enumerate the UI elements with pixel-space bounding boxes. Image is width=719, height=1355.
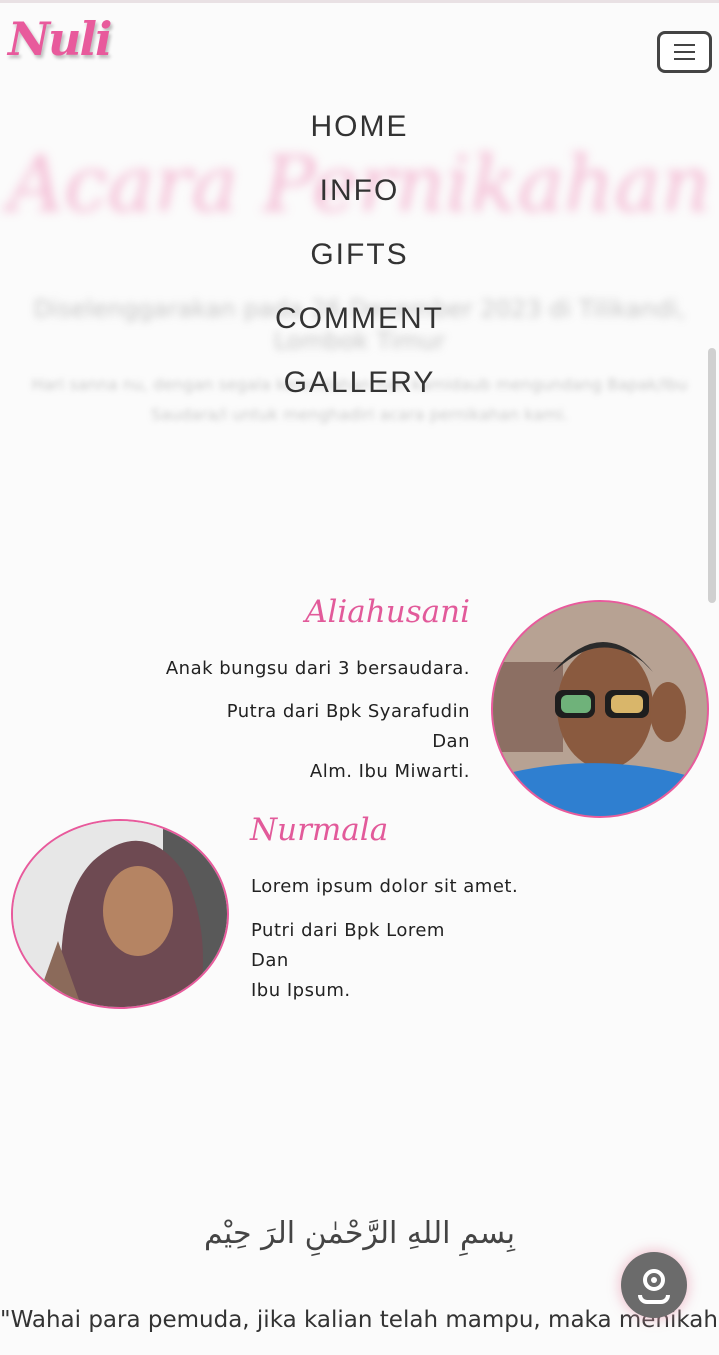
hadith-quote: "Wahai para pemuda, jika kalian telah ma… bbox=[0, 1307, 719, 1333]
groom-photo bbox=[491, 600, 709, 818]
bride-father: Putri dari Bpk Lorem bbox=[251, 920, 445, 941]
bride-mother: Ibu Ipsum. bbox=[251, 980, 351, 1001]
bride-photo bbox=[11, 819, 229, 1009]
groom-photo-image bbox=[493, 602, 707, 816]
site-logo[interactable]: Nuli bbox=[8, 12, 112, 66]
music-disc-center bbox=[651, 1277, 657, 1283]
groom-description: Anak bungsu dari 3 bersaudara. bbox=[110, 654, 470, 684]
groom-mother: Alm. Ibu Miwarti. bbox=[309, 761, 470, 782]
groom-conjunction: Dan bbox=[432, 731, 470, 752]
hamburger-icon-bar bbox=[674, 58, 695, 60]
groom-parents: Putra dari Bpk Syarafudin Dan Alm. Ibu M… bbox=[110, 697, 470, 787]
bride-name: Nurmala bbox=[250, 812, 389, 848]
bride-sibling-text: Lorem ipsum dolor sit amet. bbox=[251, 876, 519, 897]
groom-sibling-text: Anak bungsu dari 3 bersaudara. bbox=[165, 658, 470, 679]
bride-conjunction: Dan bbox=[251, 950, 289, 971]
nav-item-info[interactable]: INFO bbox=[0, 168, 719, 232]
bride-photo-image bbox=[13, 821, 227, 1007]
nav-item-home[interactable]: HOME bbox=[0, 104, 719, 168]
music-toggle-button[interactable] bbox=[621, 1252, 687, 1318]
hamburger-icon-bar bbox=[674, 51, 695, 53]
nav-item-comment[interactable]: COMMENT bbox=[0, 296, 719, 360]
groom-name: Aliahusani bbox=[305, 594, 470, 630]
music-disc-base bbox=[638, 1295, 670, 1304]
top-border bbox=[0, 0, 719, 3]
nav-item-gallery[interactable]: GALLERY bbox=[0, 360, 719, 424]
bride-description: Lorem ipsum dolor sit amet. bbox=[251, 872, 671, 902]
nav-menu: HOME INFO GIFTS COMMENT GALLERY bbox=[0, 104, 719, 424]
basmalah-text: بِسمِ اللهِ الرَّحْمٰنِ الرَ حِيْم bbox=[203, 1216, 516, 1251]
hamburger-menu-button[interactable] bbox=[657, 31, 712, 73]
groom-father: Putra dari Bpk Syarafudin bbox=[226, 701, 470, 722]
nav-item-gifts[interactable]: GIFTS bbox=[0, 232, 719, 296]
scrollbar-thumb[interactable] bbox=[708, 348, 716, 603]
hamburger-icon bbox=[674, 44, 695, 46]
bride-parents: Putri dari Bpk Lorem Dan Ibu Ipsum. bbox=[251, 916, 671, 1006]
